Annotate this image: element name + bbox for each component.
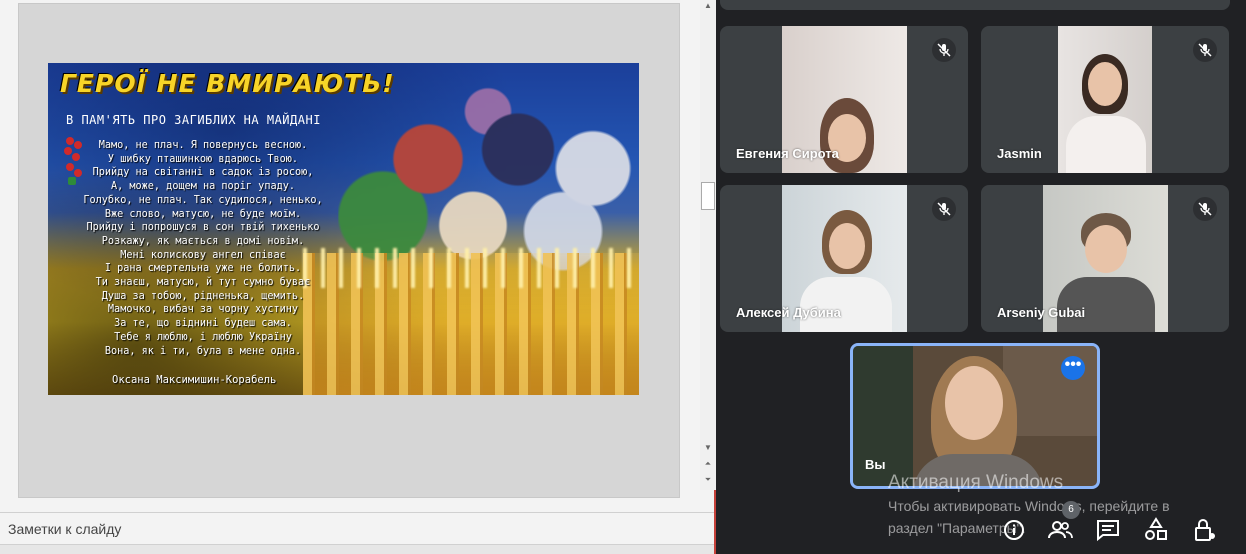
poem-line: Мені колискову ангел співає	[120, 249, 286, 261]
self-tile[interactable]: ••• Вы	[850, 343, 1100, 489]
poem-line: А, може, дощем на поріг упаду.	[110, 181, 295, 193]
poem-text: Мамо, не плач. Я повернусь весною. У шиб…	[68, 139, 338, 358]
participant-name: Евгения Сирота	[736, 146, 839, 161]
people-icon[interactable]	[1046, 516, 1074, 544]
next-slide-icon[interactable]: ⏷	[701, 474, 715, 486]
watermark-line: раздел "Параметры".	[888, 520, 1026, 536]
poem-line: Прийду і попрошуся в сон твій тихенько	[86, 222, 320, 234]
poem-line: Вже слово, матусю, не буде моїм.	[104, 208, 302, 220]
pysanky-image	[338, 83, 638, 273]
windows-activation-watermark: Активация Windows Чтобы активировать Win…	[888, 472, 1170, 538]
poem-line: Мамо, не плач. Я повернусь весною.	[98, 140, 308, 151]
slide-subtitle: В ПАМ'ЯТЬ ПРО ЗАГИБЛИХ НА МАЙДАНІ	[66, 113, 321, 127]
presentation-window: ГЕРОЇ НЕ ВМИРАЮТЬ! В ПАМ'ЯТЬ ПРО ЗАГИБЛИ…	[0, 0, 716, 554]
poem-author: Оксана Максимишин-Корабель	[112, 374, 277, 386]
poem-line: Ти знаєш, матусю, й тут сумно буває	[95, 277, 311, 289]
participant-tile[interactable]: Arseniy Gubai	[981, 185, 1229, 332]
mic-off-icon	[1193, 197, 1217, 221]
participant-video	[1058, 26, 1152, 173]
self-name: Вы	[865, 457, 886, 472]
poem-line: Голубко, не плач. Так судилося, ненько,	[83, 194, 323, 206]
host-controls-icon[interactable]	[1190, 516, 1218, 544]
status-bar	[0, 544, 714, 554]
participant-tile[interactable]: Jasmin	[981, 26, 1229, 173]
face-shape	[1085, 225, 1127, 273]
participant-name: Jasmin	[997, 146, 1042, 161]
face-shape	[945, 366, 1003, 440]
participant-name: Arseniy Gubai	[997, 305, 1086, 320]
participant-tile[interactable]: Алексей Дубина	[720, 185, 968, 332]
scroll-down-icon[interactable]: ▼	[701, 442, 715, 454]
participant-name: Алексей Дубина	[736, 305, 841, 320]
poem-line: Розкажу, як мається в домі новім.	[101, 235, 305, 247]
activities-icon[interactable]	[1142, 516, 1170, 544]
info-icon[interactable]	[1000, 516, 1028, 544]
mic-off-icon	[932, 38, 956, 62]
poem-line: І рана смертельна уже не болить.	[104, 263, 302, 275]
poem-line: Вона, як і ти, була в мене одна.	[104, 345, 302, 357]
top-tile-edge	[720, 0, 1230, 10]
poem-line: Тебе я люблю, і люблю Україну	[114, 331, 292, 343]
notes-pane[interactable]: Заметки к слайду	[0, 512, 714, 544]
face-shape	[1088, 62, 1122, 106]
poem-line: Прийду на світанні в садок із росою,	[92, 167, 314, 179]
scrollbar-thumb[interactable]	[701, 182, 715, 210]
poem-line: Душа за тобою, рідненька, щемить.	[101, 290, 305, 302]
meet-panel: Евгения Сирота Jasmin Алексей Дубина Ars…	[718, 0, 1246, 554]
poem-line: За те, що віднині будеш сама.	[114, 318, 292, 330]
shirt-shape	[1066, 116, 1146, 173]
participant-tile[interactable]: Евгения Сирота	[720, 26, 968, 173]
mic-off-icon	[932, 197, 956, 221]
watermark-title: Активация Windows	[888, 472, 1064, 493]
background-shape	[1003, 346, 1097, 436]
slide[interactable]: ГЕРОЇ НЕ ВМИРАЮТЬ! В ПАМ'ЯТЬ ПРО ЗАГИБЛИ…	[48, 63, 639, 395]
more-options-button[interactable]: •••	[1061, 356, 1085, 380]
face-shape	[829, 223, 865, 269]
watermark-line: Чтобы активировать Windows, перейдите в	[888, 498, 1170, 514]
poem-line: У шибку пташинкою вдарюсь Твою.	[107, 153, 299, 165]
candle-flames	[303, 248, 639, 288]
notes-placeholder: Заметки к слайду	[8, 521, 122, 537]
mic-off-icon	[1193, 38, 1217, 62]
scroll-up-icon[interactable]: ▲	[701, 0, 715, 12]
previous-slide-icon[interactable]: ⏶	[701, 458, 715, 470]
vertical-scrollbar[interactable]: ▲ ▼ ⏶ ⏷	[700, 0, 716, 490]
chat-icon[interactable]	[1094, 516, 1122, 544]
slide-title: ГЕРОЇ НЕ ВМИРАЮТЬ!	[60, 69, 395, 98]
poem-line: Мамочко, вибач за чорну хустину	[107, 304, 299, 316]
